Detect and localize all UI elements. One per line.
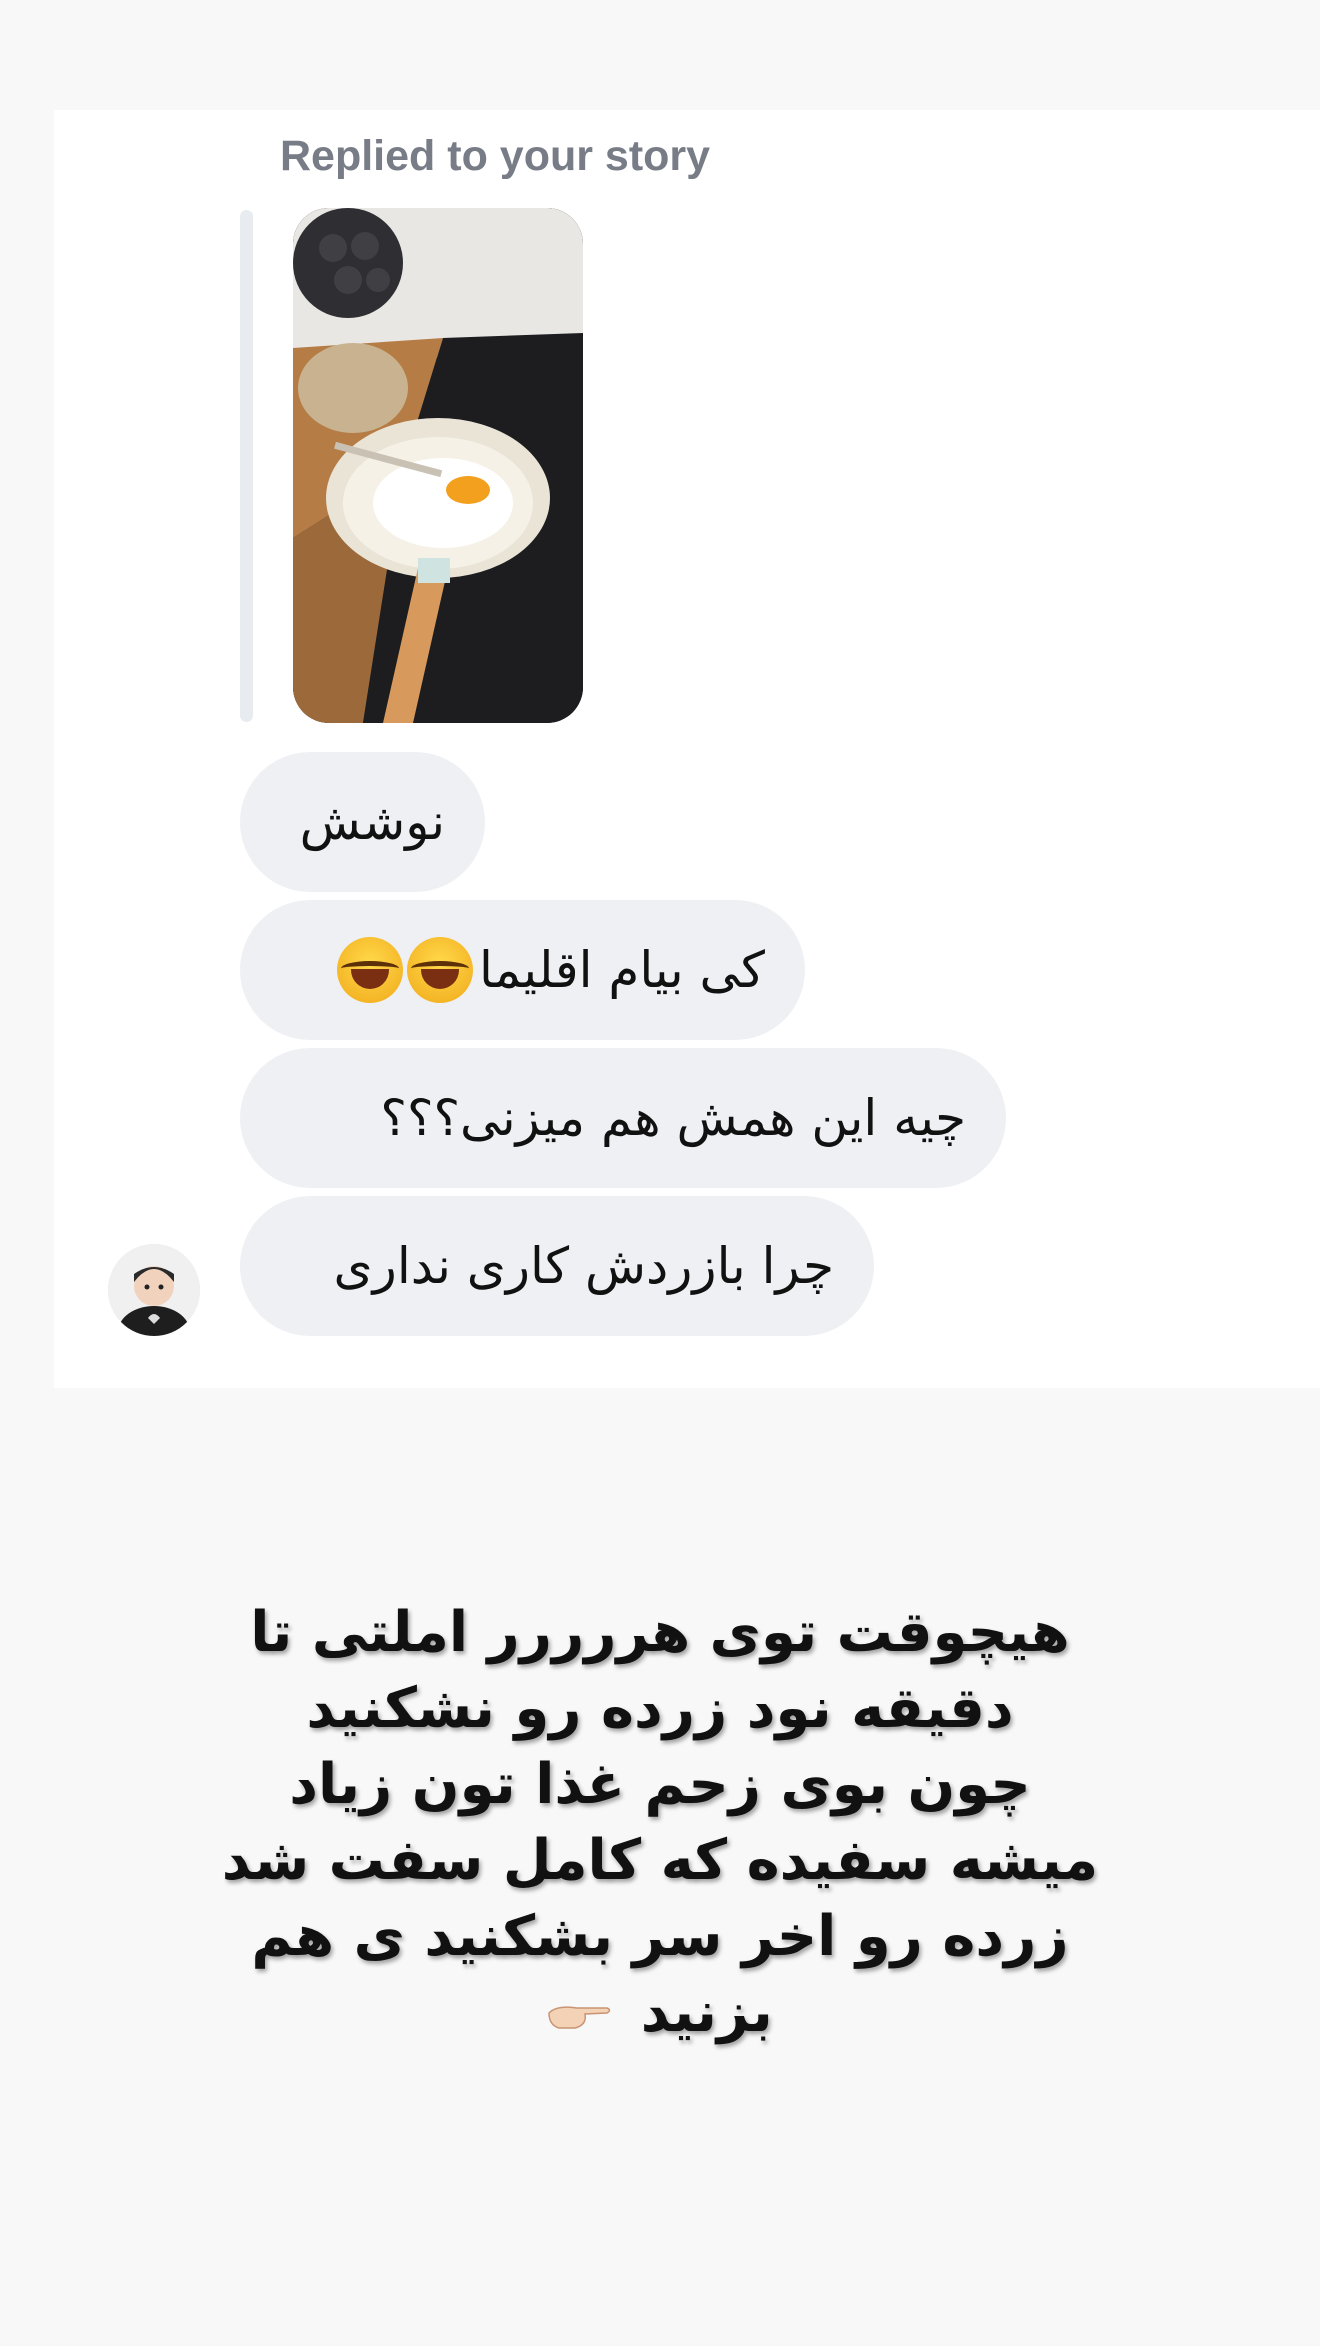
message-text: چرا بازردش کاری نداری: [333, 1237, 834, 1295]
caption-line: دقیقه نود زرده رو نشکنید: [306, 1676, 1014, 1741]
message-bubble[interactable]: چیه این همش هم میزنی؟؟؟: [240, 1048, 1006, 1188]
story-thumbnail[interactable]: [293, 208, 583, 723]
caption-line: زرده رو اخر سر بشکنید ی هم: [251, 1904, 1069, 1969]
story-caption: هیچوقت توی هررررر املتی تا دقیقه نود زرد…: [200, 1595, 1120, 2051]
message-text: کی بیام اقلیما: [478, 941, 765, 999]
emoji-group: [336, 937, 473, 1003]
caption-line: بزنید: [640, 1980, 773, 2045]
message-text: نوشش: [299, 793, 445, 851]
message-bubble[interactable]: نوشش: [240, 752, 485, 892]
avatar-image: [108, 1244, 200, 1336]
message-text: چیه این همش هم میزنی؟؟؟: [380, 1089, 966, 1147]
laughing-emoji-icon: [336, 937, 403, 1003]
avatar[interactable]: [108, 1244, 200, 1336]
reply-header: Replied to your story: [280, 132, 711, 180]
caption-line: چون بوی زحم غذا تون زیاد: [289, 1752, 1031, 1817]
caption-line: هیچوقت توی هررررر املتی تا: [250, 1600, 1070, 1665]
pointing-hand-icon: [548, 2006, 611, 2029]
message-bubble[interactable]: چرا بازردش کاری نداری: [240, 1196, 874, 1336]
message-bubble[interactable]: کی بیام اقلیما: [240, 900, 805, 1040]
laughing-emoji-icon: [406, 937, 473, 1003]
story-image: [293, 208, 583, 723]
reply-quote-bar: [240, 210, 253, 722]
caption-last-line: بزنید: [200, 1975, 1120, 2051]
caption-line: میشه سفیده که کامل سفت شد: [221, 1828, 1099, 1893]
